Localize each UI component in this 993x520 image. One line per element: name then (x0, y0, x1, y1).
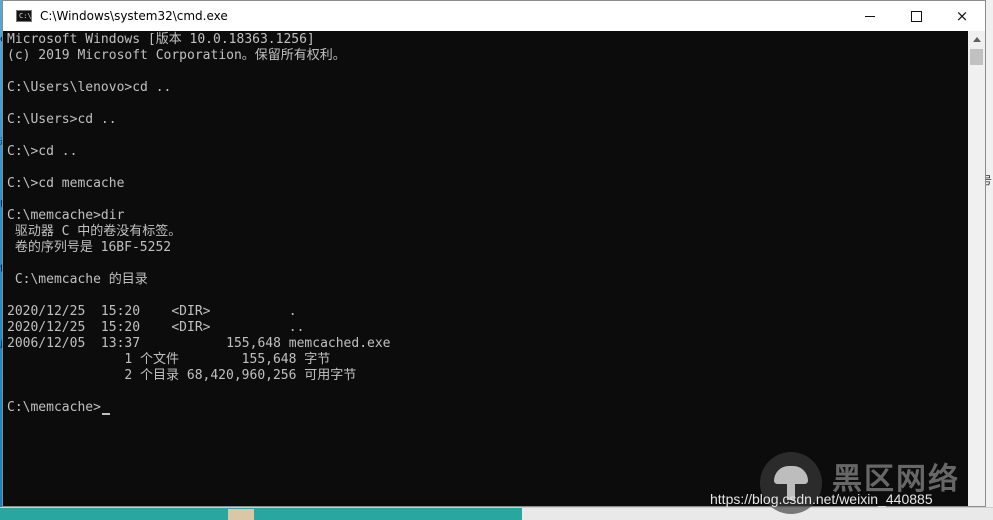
arrow-up-icon (972, 37, 981, 42)
console-line: 驱动器 C 中的卷没有标签。 (7, 224, 182, 239)
minimize-icon (865, 15, 875, 17)
maximize-icon (910, 10, 922, 22)
text-cursor (102, 413, 110, 415)
taskbar-strip (0, 508, 522, 520)
console-line: Microsoft Windows [版本 10.0.18363.1256] (7, 32, 315, 47)
cmd-window[interactable]: C:\ C:\Windows\system32\cmd.exe × Micros… (2, 0, 986, 507)
console-prompt-line: C:\memcache> (7, 400, 101, 415)
console-line: C:\Users>cd .. (7, 112, 117, 127)
taskbar-thumbnail[interactable] (228, 509, 254, 520)
console-line: (c) 2019 Microsoft Corporation。保留所有权利。 (7, 48, 346, 63)
taskbar-edge (0, 507, 993, 520)
scroll-up-button[interactable] (968, 31, 985, 48)
vertical-scrollbar[interactable] (968, 31, 985, 506)
console-line: 2020/12/25 15:20 <DIR> .. (7, 320, 305, 335)
console-line: 卷的序列号是 16BF-5252 (7, 240, 172, 255)
close-button[interactable]: × (939, 1, 985, 31)
watermark-url: https://blog.csdn.net/weixin_440885 (710, 491, 933, 507)
console-line: 2020/12/25 15:20 <DIR> . (7, 304, 297, 319)
console-output[interactable]: Microsoft Windows [版本 10.0.18363.1256] (… (3, 31, 968, 506)
title-bar[interactable]: C:\ C:\Windows\system32\cmd.exe × (3, 1, 985, 31)
console-line: 2006/12/05 13:37 155,648 memcached.exe (7, 336, 391, 351)
minimize-button[interactable] (847, 1, 893, 31)
console-line: 2 个目录 68,420,960,256 可用字节 (7, 368, 357, 383)
cmd-app-icon[interactable]: C:\ (16, 10, 32, 22)
console-line: 1 个文件 155,648 字节 (7, 352, 331, 367)
console-line: C:\memcache 的目录 (7, 272, 148, 287)
maximize-button[interactable] (893, 1, 939, 31)
console-line: C:\Users\lenovo>cd .. (7, 80, 172, 95)
window-title: C:\Windows\system32\cmd.exe (40, 9, 228, 23)
console-line: C:\>cd .. (7, 144, 78, 159)
console-line: C:\memcache>dir (7, 208, 125, 223)
cmd-app-icon-text: C:\ (19, 12, 32, 20)
console-line: C:\>cd memcache (7, 176, 125, 191)
scrollbar-thumb[interactable] (970, 49, 983, 65)
close-icon: × (955, 6, 969, 25)
